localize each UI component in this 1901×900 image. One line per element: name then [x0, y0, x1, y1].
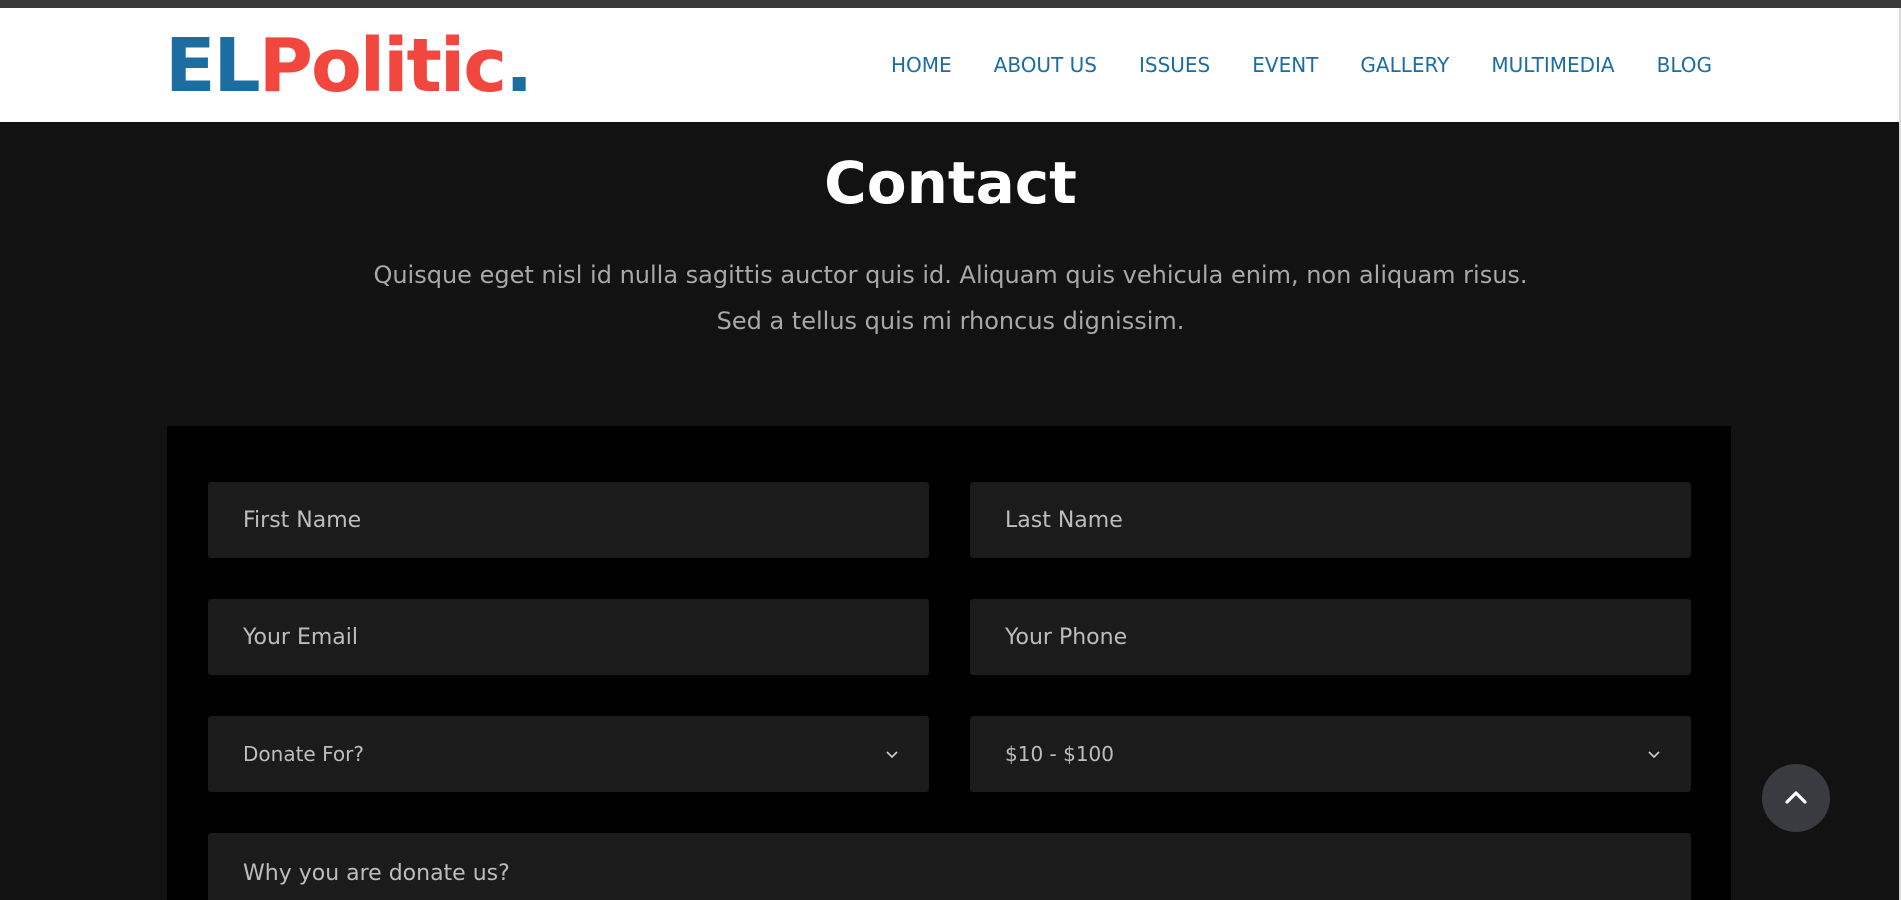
nav-item-home[interactable]: HOME — [891, 53, 952, 77]
phone-input[interactable]: Your Phone — [970, 599, 1691, 675]
logo-text-politic: Politic — [258, 23, 507, 109]
amount-select[interactable]: $10 - $100 — [970, 716, 1691, 792]
message-textarea[interactable]: Why you are donate us? — [208, 833, 1691, 900]
nav-item-issues[interactable]: ISSUES — [1139, 53, 1210, 77]
donation-form: First Name Last Name Your Email Your Pho… — [167, 426, 1731, 900]
nav-item-multimedia[interactable]: MULTIMEDIA — [1491, 53, 1614, 77]
top-border — [0, 0, 1901, 8]
donate-for-value: Donate For? — [243, 742, 364, 766]
nav-item-gallery[interactable]: GALLERY — [1360, 53, 1449, 77]
intro-line-2: Sed a tellus quis mi rhoncus dignissim. — [716, 307, 1185, 335]
chevron-down-icon — [886, 751, 898, 759]
chevron-down-icon — [1648, 751, 1660, 759]
last-name-input[interactable]: Last Name — [970, 482, 1691, 558]
logo-text-el: EL — [165, 23, 261, 109]
nav-item-about-us[interactable]: ABOUT US — [994, 53, 1097, 77]
donate-for-select[interactable]: Donate For? — [208, 716, 929, 792]
last-name-placeholder: Last Name — [1005, 507, 1123, 533]
contact-intro: Quisque eget nisl id nulla sagittis auct… — [0, 252, 1901, 344]
first-name-input[interactable]: First Name — [208, 482, 929, 558]
site-logo[interactable]: ELPolitic. — [165, 23, 533, 109]
page-title: Contact — [824, 149, 1077, 217]
chevron-up-icon — [1785, 791, 1807, 804]
amount-value: $10 - $100 — [1005, 742, 1115, 766]
nav-item-event[interactable]: EVENT — [1252, 53, 1318, 77]
email-input[interactable]: Your Email — [208, 599, 929, 675]
message-placeholder: Why you are donate us? — [243, 861, 510, 886]
intro-line-1: Quisque eget nisl id nulla sagittis auct… — [373, 261, 1528, 289]
main-nav: HOME ABOUT US ISSUES EVENT GALLERY MULTI… — [891, 8, 1712, 122]
back-to-top-button[interactable] — [1762, 764, 1830, 832]
email-placeholder: Your Email — [243, 624, 358, 650]
nav-item-blog[interactable]: BLOG — [1657, 53, 1712, 77]
first-name-placeholder: First Name — [243, 507, 362, 533]
phone-placeholder: Your Phone — [1005, 624, 1128, 650]
logo-text-dot: . — [505, 23, 533, 109]
